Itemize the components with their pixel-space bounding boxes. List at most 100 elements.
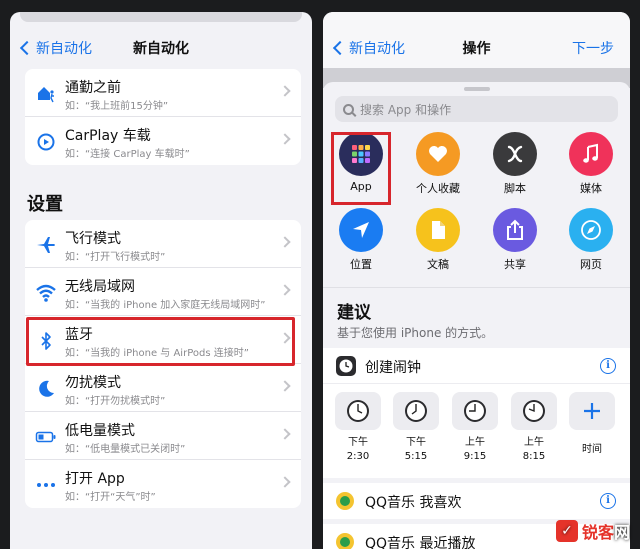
alarm-suggestion[interactable]: 上午 9:15 [452, 392, 498, 464]
qq-music-icon [336, 533, 354, 549]
alarm-time: 5:15 [404, 451, 428, 462]
list-item-wifi[interactable]: 无线局域网 如：“当我的 iPhone 加入家庭无线局域网时” [25, 268, 301, 316]
watermark: ✓ 锐客 网 [555, 519, 630, 543]
category-label: 文稿 [427, 258, 449, 271]
search-icon [343, 103, 354, 115]
list-item-title: 低电量模式 [65, 423, 135, 439]
clock-icon [335, 392, 381, 430]
screenshot-stage: 新自动化 新自动化 通勤之前 如：“我上班前15分钟” CarPlay 车载 如… [0, 0, 640, 549]
action-sheet: 搜索 App 和操作 App 个人收藏 脚本 媒体 位置 文稿 共享 网页 建议… [323, 82, 630, 549]
category-label: 脚本 [504, 182, 526, 195]
search-placeholder: 搜索 App 和操作 [360, 102, 452, 117]
alarm-suggestion[interactable]: 下午 2:30 [335, 392, 381, 464]
list-item-carplay[interactable]: CarPlay 车载 如：“连接 CarPlay 车载时” [25, 117, 301, 165]
add-time-button[interactable]: 时间 [569, 392, 615, 457]
trigger-group-top: 通勤之前 如：“我上班前15分钟” CarPlay 车载 如：“连接 CarPl… [25, 69, 301, 165]
section-title: 设置 [27, 194, 63, 215]
list-item-title: 通勤之前 [65, 80, 121, 96]
location-arrow-icon [339, 208, 383, 252]
app-highlight-box [331, 132, 391, 205]
list-item-subtitle: 如：“打开飞行模式时” [65, 252, 166, 263]
list-item-subtitle: 如：“当我的 iPhone 加入家庭无线局域网时” [65, 300, 266, 311]
category-favorites[interactable]: 个人收藏 [403, 132, 473, 196]
add-time-label: 时间 [582, 444, 602, 455]
wifi-icon [35, 282, 57, 304]
list-item-title: 打开 App [65, 471, 125, 487]
chevron-right-icon [279, 428, 291, 440]
page-title: 新自动化 [133, 41, 189, 57]
plus-icon [569, 392, 615, 430]
chevron-right-icon [279, 380, 291, 392]
alarm-suggestion[interactable]: 上午 8:15 [511, 392, 557, 464]
suggestion-card-qq-favorites[interactable]: QQ音乐 我喜欢 i [323, 483, 630, 519]
list-item-open-app[interactable]: 打开 App 如：“打开“天气”时” [25, 460, 301, 508]
watermark-text: 锐客 [581, 523, 614, 542]
alarm-time: 2:30 [346, 451, 370, 462]
nav-bar: 新自动化 操作 下一步 [323, 12, 630, 68]
list-item-commute[interactable]: 通勤之前 如：“我上班前15分钟” [25, 69, 301, 117]
list-item-title: 飞行模式 [65, 231, 121, 247]
list-item-airplane[interactable]: 飞行模式 如：“打开飞行模式时” [25, 220, 301, 268]
category-label: 位置 [350, 258, 372, 271]
alarm-suggestion[interactable]: 下午 5:15 [393, 392, 439, 464]
document-icon [416, 208, 460, 252]
next-button[interactable]: 下一步 [572, 38, 614, 58]
suggestions-section: 建议 基于您使用 iPhone 的方式。 创建闹钟 i 下午 2:30 下午 5… [323, 287, 630, 549]
watermark-text-suffix: 网 [613, 523, 630, 542]
list-item-subtitle: 如：“我上班前15分钟” [65, 101, 169, 112]
heart-icon [416, 132, 460, 176]
category-documents[interactable]: 文稿 [403, 208, 473, 272]
card-header[interactable]: 创建闹钟 i [323, 348, 630, 384]
ellipsis-icon [35, 474, 57, 496]
category-label: 共享 [504, 258, 526, 271]
clock-app-icon [336, 356, 356, 376]
new-automation-panel: 新自动化 新自动化 通勤之前 如：“我上班前15分钟” CarPlay 车载 如… [10, 12, 312, 549]
list-item-subtitle: 如：“打开“天气”时” [65, 492, 156, 503]
sheet-grabber[interactable] [464, 87, 490, 91]
list-item-title: CarPlay 车载 [65, 128, 151, 144]
category-label: 媒体 [580, 182, 602, 195]
category-label: 个人收藏 [416, 182, 460, 195]
chevron-right-icon [279, 284, 291, 296]
music-note-icon [569, 132, 613, 176]
chevron-right-icon [279, 236, 291, 248]
list-item-subtitle: 如：“打开勿扰模式时” [65, 396, 166, 407]
alarm-period: 下午 [348, 437, 368, 448]
chevron-right-icon [279, 85, 291, 97]
qq-music-icon [336, 492, 354, 510]
compass-icon [569, 208, 613, 252]
airplane-icon [35, 234, 57, 256]
section-title: 建议 [337, 303, 371, 323]
info-icon[interactable]: i [600, 493, 616, 509]
watermark-logo-icon: ✓ [555, 520, 578, 542]
section-subtitle: 基于您使用 iPhone 的方式。 [337, 326, 494, 340]
category-web[interactable]: 网页 [556, 208, 626, 272]
share-icon [493, 208, 537, 252]
alarm-period: 上午 [524, 437, 544, 448]
category-script[interactable]: 脚本 [480, 132, 550, 196]
info-icon[interactable]: i [600, 358, 616, 374]
card-title: QQ音乐 我喜欢 [365, 495, 462, 511]
list-item-do-not-disturb[interactable]: 勿扰模式 如：“打开勿扰模式时” [25, 364, 301, 412]
alarm-time: 8:15 [522, 451, 546, 462]
category-share[interactable]: 共享 [480, 208, 550, 272]
bluetooth-highlight-box [26, 317, 295, 366]
sheet-edge [20, 12, 302, 22]
chevron-right-icon [279, 476, 291, 488]
category-location[interactable]: 位置 [326, 208, 396, 272]
actions-panel: 新自动化 操作 下一步 搜索 App 和操作 App 个人收藏 脚本 媒体 位置… [323, 12, 630, 549]
search-input[interactable]: 搜索 App 和操作 [335, 96, 618, 122]
clock-icon [393, 392, 439, 430]
script-x-icon [493, 132, 537, 176]
moon-icon [35, 378, 57, 400]
category-label: 网页 [580, 258, 602, 271]
clock-icon [452, 392, 498, 430]
card-title: QQ音乐 最近播放 [365, 536, 476, 549]
chevron-right-icon [279, 133, 291, 145]
list-item-title: 勿扰模式 [65, 375, 121, 391]
category-media[interactable]: 媒体 [556, 132, 626, 196]
list-item-subtitle: 如：“连接 CarPlay 车载时” [65, 149, 190, 160]
list-item-low-power[interactable]: 低电量模式 如：“低电量模式已关闭时” [25, 412, 301, 460]
alarm-time: 9:15 [463, 451, 487, 462]
nav-bar: 新自动化 新自动化 [10, 30, 312, 64]
